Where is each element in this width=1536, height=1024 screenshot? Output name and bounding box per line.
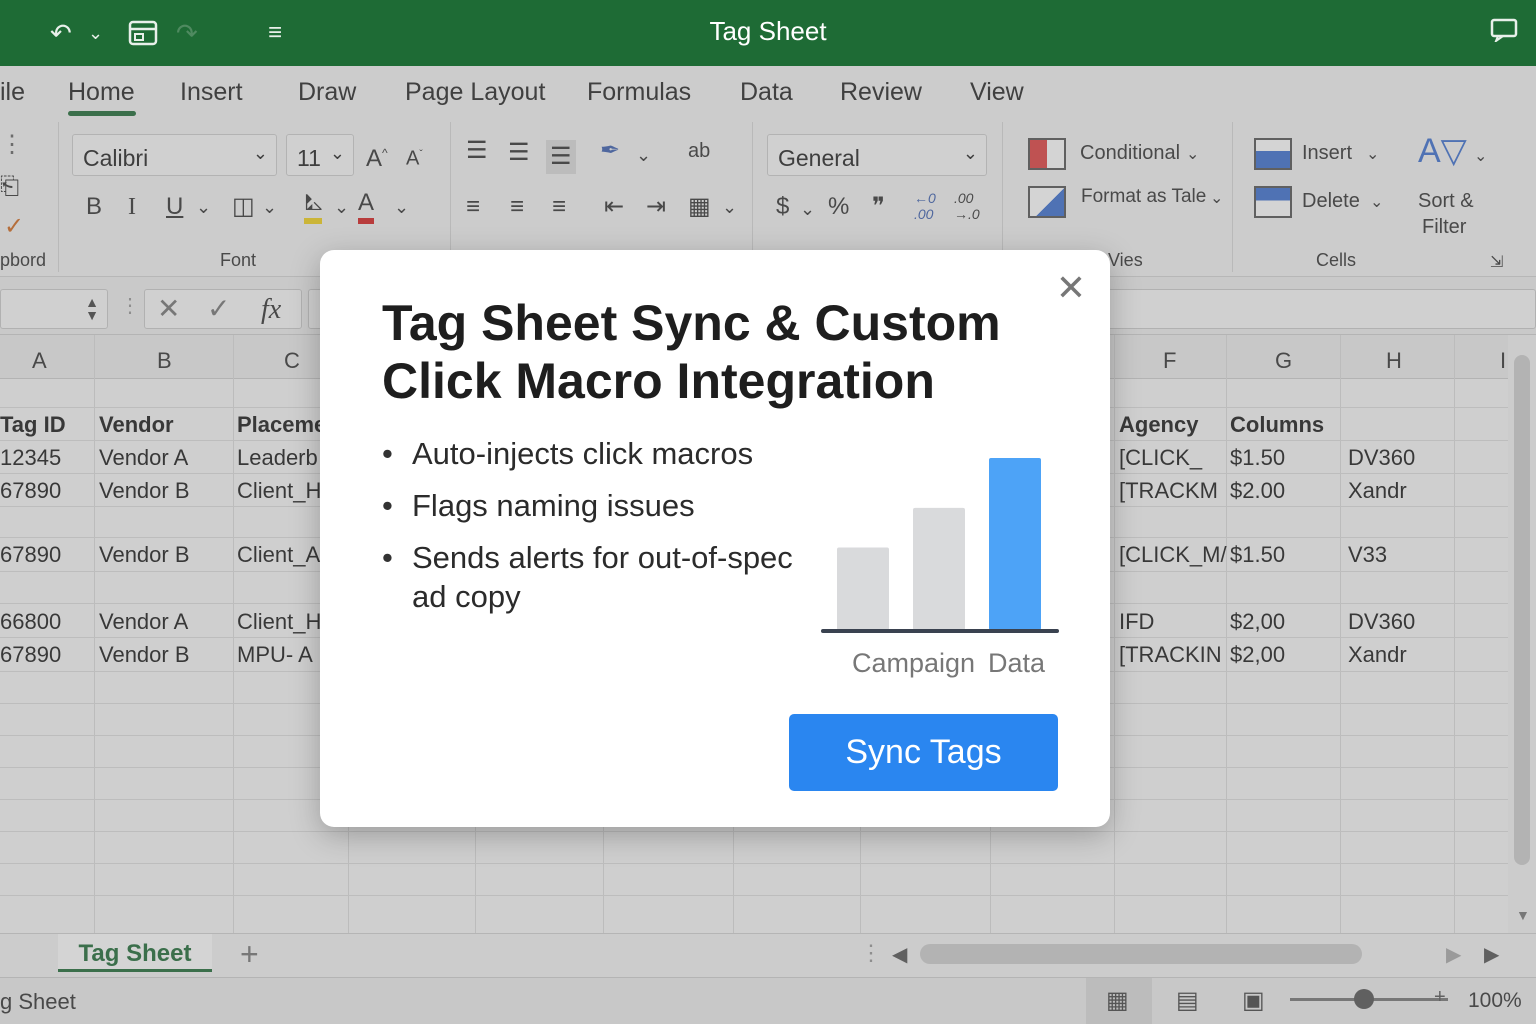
comment-icon[interactable] bbox=[1490, 18, 1518, 50]
close-icon[interactable]: ✕ bbox=[1056, 270, 1086, 306]
chart-baseline bbox=[821, 629, 1059, 633]
chart-bar bbox=[913, 507, 965, 630]
window-title: Tag Sheet bbox=[709, 16, 827, 46]
feature-item: Flags naming issues bbox=[382, 486, 822, 525]
sync-dialog: ✕ Tag Sheet Sync & Custom Click Macro In… bbox=[320, 250, 1110, 827]
title-bar: ↶ ⌄ ↷ ≡ Tag Sheet bbox=[0, 0, 1536, 66]
dialog-title: Tag Sheet Sync & Custom Click Macro Inte… bbox=[382, 295, 1001, 409]
sync-tags-button[interactable]: Sync Tags bbox=[789, 714, 1058, 791]
chart-bar bbox=[989, 458, 1041, 630]
chart-label-data: Data bbox=[988, 648, 1046, 678]
chart-label-campaign: Campaign bbox=[852, 648, 976, 678]
feature-item: Auto-injects click macros bbox=[382, 434, 822, 473]
feature-item: Sends alerts for out-of-spec ad copy bbox=[382, 538, 822, 616]
chart-bar bbox=[837, 547, 889, 630]
feature-list: Auto-injects click macros Flags naming i… bbox=[382, 434, 822, 629]
